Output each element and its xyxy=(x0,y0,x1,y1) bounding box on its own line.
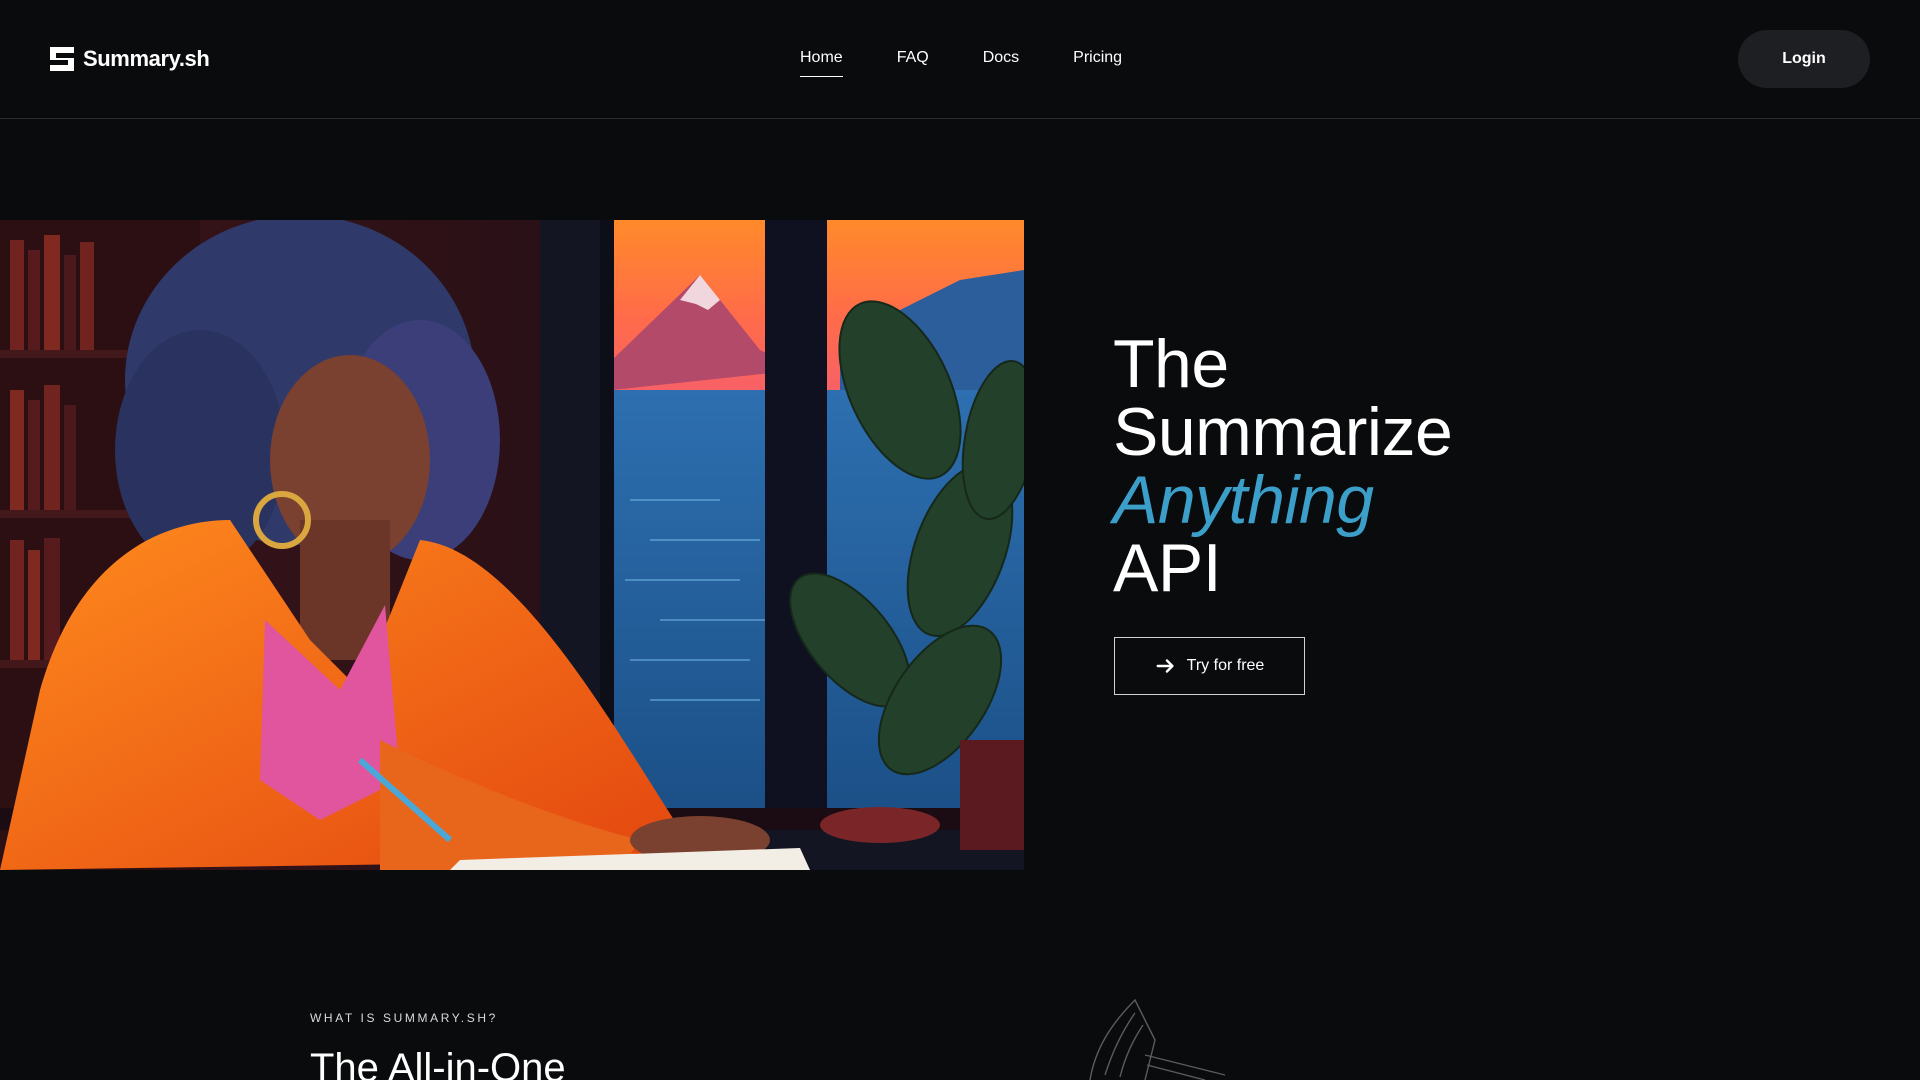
try-for-free-button[interactable]: Try for free xyxy=(1114,637,1305,695)
brand-name: Summary.sh xyxy=(83,46,210,71)
page: Summary.sh Home FAQ Docs Pricing Login T… xyxy=(0,0,1920,1080)
nav-item-faq[interactable]: FAQ xyxy=(897,46,929,76)
nav-item-pricing[interactable]: Pricing xyxy=(1073,46,1122,76)
hero-illustration xyxy=(0,220,1024,870)
try-for-free-label: Try for free xyxy=(1186,657,1265,674)
nav-item-docs[interactable]: Docs xyxy=(983,46,1019,76)
arrow-right-icon xyxy=(1156,659,1174,673)
hero-title-line-2: Summarize xyxy=(1113,394,1453,470)
hero-title: The Summarize Anything API xyxy=(1113,326,1453,606)
hero-title-line-4: API xyxy=(1113,530,1222,606)
summary-logo-icon xyxy=(50,47,74,71)
hero-title-accent: Anything xyxy=(1113,462,1374,538)
nav-item-home[interactable]: Home xyxy=(800,46,843,77)
section-title: The All-in-One xyxy=(310,1046,566,1080)
hero-title-line-1: The xyxy=(1113,326,1229,402)
login-button[interactable]: Login xyxy=(1738,30,1870,88)
section-eyebrow: WHAT IS SUMMARY.SH? xyxy=(310,1011,498,1025)
sketch-illustration xyxy=(1089,998,1226,1080)
main-nav: Home FAQ Docs Pricing xyxy=(800,46,1122,77)
top-header: Summary.sh Home FAQ Docs Pricing Login xyxy=(0,0,1920,119)
brand-logo-link[interactable]: Summary.sh xyxy=(50,44,210,74)
